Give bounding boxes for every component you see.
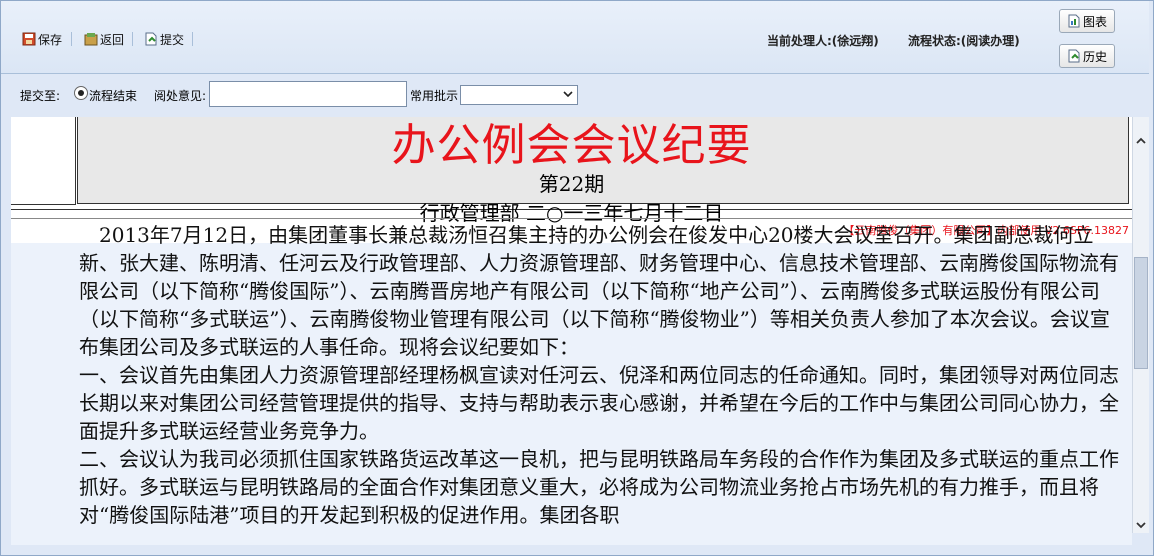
chart-label: 图表 <box>1082 14 1107 29</box>
chevron-up-icon <box>1136 137 1146 144</box>
submit-button[interactable]: 提交 <box>144 30 184 48</box>
history-label: 历史 <box>1082 49 1107 64</box>
document-history-icon <box>1068 49 1080 63</box>
common-remarks-label: 常用批示 <box>410 89 459 103</box>
submit-to-label: 提交至: <box>20 89 61 103</box>
flow-end-radio[interactable] <box>74 86 88 100</box>
flow-end-label: 流程结束 <box>89 89 138 103</box>
document-issue: 第22期 <box>538 172 605 196</box>
opinion-label: 阅处意见: <box>154 89 207 103</box>
save-button[interactable]: 保存 <box>22 30 62 48</box>
submit-row: 提交至: 流程结束 阅处意见: 常用批示 <box>1 74 1149 116</box>
toolbar-separator <box>71 32 72 46</box>
scroll-up-button[interactable] <box>1133 133 1149 149</box>
back-label: 返回 <box>100 32 125 47</box>
back-icon <box>84 33 98 46</box>
submit-icon <box>145 32 157 46</box>
toolbar: 保存 返回 提交 当前处理人:(徐远翔) 流程状态:(阅读办理) 图表 历史 <box>1 1 1149 74</box>
vertical-scrollbar[interactable] <box>1132 117 1149 533</box>
common-remarks-select[interactable] <box>460 85 578 105</box>
scroll-thumb[interactable] <box>1134 257 1148 369</box>
toolbar-separator <box>192 32 193 46</box>
flow-status: 流程状态:(阅读办理) <box>908 34 1020 48</box>
save-icon <box>22 32 36 46</box>
submit-label: 提交 <box>160 32 185 47</box>
bottom-bar <box>1 545 1149 554</box>
chevron-down-icon <box>563 91 573 98</box>
document-view: 办公例会会议纪要 第22期 行政管理部 二○一三年七月十二日 【云南腾俊（集团）… <box>11 117 1132 554</box>
chevron-down-icon <box>1136 522 1146 529</box>
paragraph: 一、会议首先由集团人力资源管理部经理杨枫宣读对任河云、倪泽和两位同志的任命通知。… <box>79 363 1119 443</box>
paragraph: 二、会议认为我司必须抓住国家铁路货运改革这一良机，把与昆明铁路局车务段的合作作为… <box>79 447 1119 527</box>
opinion-input[interactable] <box>209 81 407 107</box>
toolbar-separator <box>132 32 133 46</box>
history-button[interactable]: 历史 <box>1059 44 1115 68</box>
scroll-down-button[interactable] <box>1133 517 1149 533</box>
document-title: 办公例会会议纪要 <box>391 120 752 171</box>
chart-button[interactable]: 图表 <box>1059 9 1115 33</box>
back-button[interactable]: 返回 <box>84 30 124 48</box>
current-handler: 当前处理人:(徐远翔) <box>767 34 879 48</box>
save-label: 保存 <box>38 32 63 47</box>
header-divider-lower <box>11 218 1132 219</box>
document-chart-icon <box>1068 14 1080 28</box>
paragraph: 2013年7月12日，由集团董事长兼总裁汤恒召集主持的办公例会在俊发中心20楼大… <box>79 223 1119 359</box>
document-body: 2013年7月12日，由集团董事长兼总裁汤恒召集主持的办公例会在俊发中心20楼大… <box>79 221 1129 529</box>
